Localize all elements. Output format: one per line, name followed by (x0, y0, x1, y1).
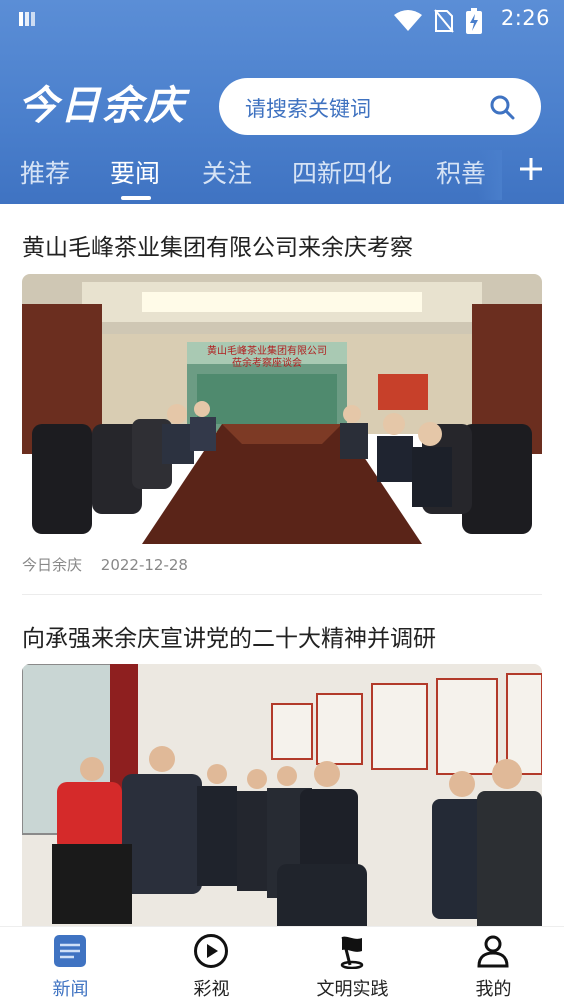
nav-civilization[interactable]: 文明实践 (282, 927, 423, 1002)
article-title[interactable]: 向承强来余庆宣讲党的二十大精神并调研 (22, 619, 436, 653)
nav-mine[interactable]: 我的 (423, 927, 564, 1002)
channel-tabs: 推荐 要闻 关注 四新四化 积善 (0, 150, 564, 200)
wifi-icon (394, 10, 422, 31)
tab-recommend[interactable]: 推荐 (20, 154, 70, 190)
article-image[interactable]: 黄山毛峰茶业集团有限公司 莅余考察座谈会 (22, 274, 542, 544)
article-source: 今日余庆 (22, 556, 83, 574)
user-icon (477, 935, 509, 968)
meeting-room-photo: 黄山毛峰茶业集团有限公司 莅余考察座谈会 (22, 274, 542, 544)
search-bar[interactable]: 请搜索关键词 (219, 78, 541, 135)
banner-line1: 黄山毛峰茶业集团有限公司 (207, 344, 327, 357)
article-title[interactable]: 黄山毛峰茶业集团有限公司来余庆考察 (22, 228, 413, 262)
news-feed: 黄山毛峰茶业集团有限公司来余庆考察 黄山毛峰茶业集团有限公司 莅余考察座谈会 今… (0, 204, 564, 926)
banner-line2: 莅余考察座谈会 (232, 356, 302, 369)
battery-charging-icon (466, 8, 482, 34)
article-image[interactable] (22, 664, 542, 926)
add-channel-icon[interactable] (518, 156, 544, 182)
nav-civilization-label: 文明实践 (316, 979, 389, 1000)
divider (22, 594, 542, 595)
tab-sixin-sihua[interactable]: 四新四化 (292, 154, 392, 190)
tab-follow[interactable]: 关注 (202, 154, 252, 190)
nav-news-label: 新闻 (52, 979, 89, 1000)
nav-news[interactable]: 新闻 (0, 927, 141, 1002)
status-time: 2:26 (500, 6, 550, 30)
tab-fade (478, 150, 502, 200)
nav-mine-label: 我的 (475, 979, 512, 1000)
app-logo: 今日余庆 (18, 82, 186, 129)
news-icon (54, 935, 86, 967)
search-icon[interactable] (489, 94, 515, 120)
article-date: 2022-12-28 (100, 556, 188, 574)
tab-headlines[interactable]: 要闻 (110, 154, 160, 190)
flag-icon (340, 936, 364, 969)
sim-icon (19, 12, 35, 26)
office-visit-photo (22, 664, 542, 926)
bottom-navigation: 新闻 彩视 文明实践 我的 (0, 926, 564, 1002)
search-placeholder: 请搜索关键词 (245, 97, 371, 121)
nav-video[interactable]: 彩视 (141, 927, 282, 1002)
play-icon (194, 934, 228, 968)
app-header: 2:26 今日余庆 请搜索关键词 推荐 要闻 关注 四新四化 积善 (0, 0, 564, 204)
status-bar: 2:26 (0, 0, 564, 40)
nav-video-label: 彩视 (193, 979, 230, 1000)
no-sim-icon (434, 9, 454, 33)
article-meta: 今日余庆 2022-12-28 (22, 554, 202, 575)
active-tab-indicator (121, 196, 151, 200)
